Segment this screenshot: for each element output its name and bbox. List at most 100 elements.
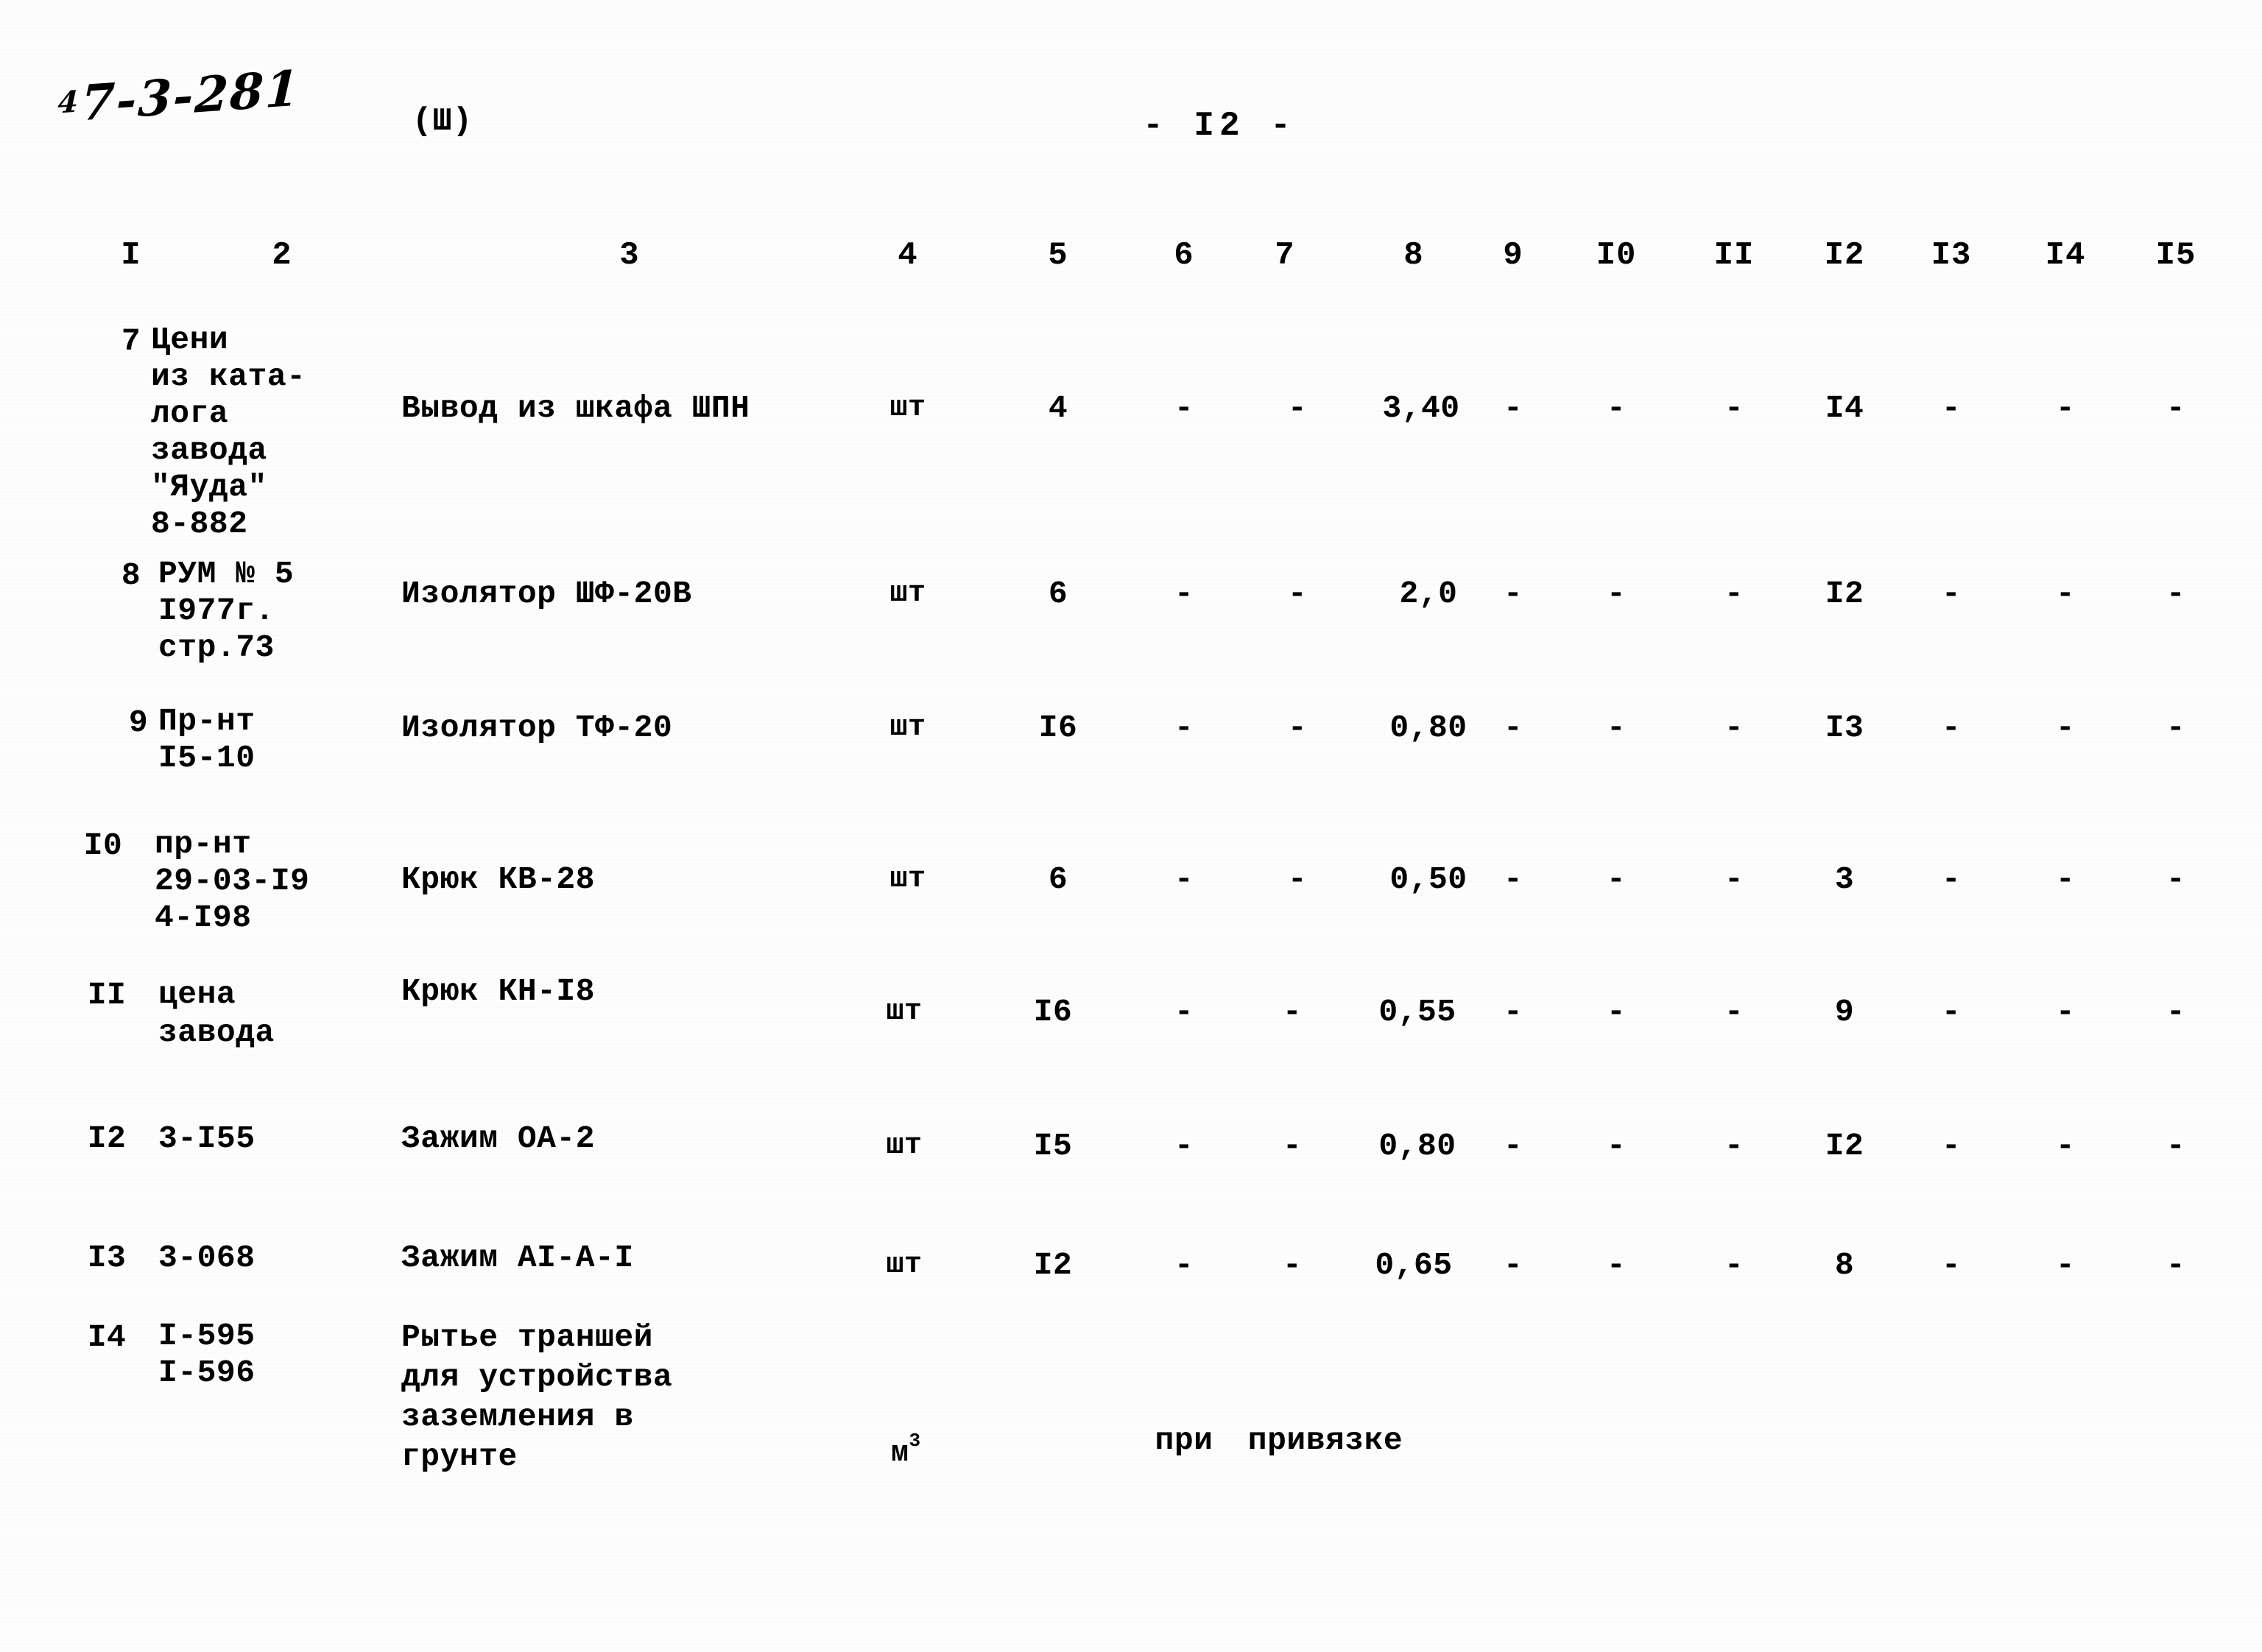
column-header-4: 4 bbox=[898, 237, 918, 274]
table-row: I2 bbox=[1825, 1128, 1864, 1164]
table-row: 0,65 bbox=[1375, 1247, 1453, 1283]
column-header-12: I2 bbox=[1824, 237, 1865, 274]
table-row: - bbox=[2055, 390, 2076, 426]
column-header-15: I5 bbox=[2155, 237, 2196, 274]
table-row: - bbox=[2166, 1128, 2186, 1164]
unit-superscript: 3 bbox=[909, 1430, 921, 1452]
table-row: - bbox=[2055, 994, 2076, 1030]
table-row: - bbox=[1174, 1247, 1194, 1283]
table-row: - bbox=[2166, 576, 2186, 612]
table-row: шт bbox=[886, 995, 923, 1028]
table-row: Вывод из шкафа ШПН bbox=[401, 390, 750, 426]
table-row: II bbox=[87, 977, 127, 1013]
column-header-3: 3 bbox=[619, 237, 640, 274]
table-row: - bbox=[1503, 1128, 1523, 1164]
table-row: I6 bbox=[1033, 994, 1073, 1030]
table-row: 0,80 bbox=[1389, 710, 1468, 746]
table-row: - bbox=[1287, 576, 1308, 612]
table-row: - bbox=[1606, 861, 1627, 897]
specification-table: I 2 3 4 5 6 7 8 9 I0 II I2 I3 I4 I5 7 Це… bbox=[0, 0, 2262, 1652]
table-row: цена завода bbox=[158, 976, 275, 1051]
table-row: 9 bbox=[128, 705, 149, 741]
table-row: 6 bbox=[1048, 861, 1068, 897]
column-header-14: I4 bbox=[2045, 237, 2086, 274]
table-row: - bbox=[1941, 390, 1962, 426]
table-row: 2,0 bbox=[1399, 576, 1458, 612]
table-row: - bbox=[1174, 390, 1194, 426]
table-row: - bbox=[2055, 576, 2076, 612]
column-header-2: 2 bbox=[272, 237, 292, 274]
table-row: - bbox=[1941, 1247, 1962, 1283]
table-row: - bbox=[1606, 994, 1627, 1030]
table-row: - bbox=[1503, 861, 1523, 897]
table-row: - bbox=[1941, 861, 1962, 897]
table-row: Пр-нт I5-10 bbox=[158, 703, 256, 776]
table-row: шт bbox=[889, 392, 926, 425]
table-row: шт bbox=[889, 863, 926, 896]
table-row: 0,50 bbox=[1389, 861, 1468, 897]
scanned-page: 47-3-281 (Ш) - I2 - I 2 3 4 5 6 7 8 9 I0… bbox=[0, 0, 2262, 1652]
table-row: - bbox=[1724, 1247, 1744, 1283]
table-row: - bbox=[1724, 994, 1744, 1030]
table-row: - bbox=[2166, 390, 2186, 426]
table-row: Изолятор ШФ-20В bbox=[401, 576, 692, 612]
table-row: - bbox=[1503, 994, 1523, 1030]
table-row: - bbox=[1174, 994, 1194, 1030]
table-row: - bbox=[1174, 861, 1194, 897]
table-row: - bbox=[1503, 390, 1523, 426]
table-row: 4 bbox=[1048, 390, 1068, 426]
column-header-1: I bbox=[121, 237, 141, 274]
table-row: - bbox=[2166, 861, 2186, 897]
table-row: шт bbox=[886, 1129, 923, 1162]
table-row: Крюк КВ-28 bbox=[401, 861, 596, 897]
table-row: - bbox=[2166, 994, 2186, 1030]
table-row: - bbox=[1724, 576, 1744, 612]
table-row: РУМ № 5 I977г. стр.73 bbox=[158, 556, 295, 666]
column-header-8: 8 bbox=[1403, 237, 1424, 274]
table-row: Крюк КН-I8 bbox=[401, 973, 596, 1009]
table-row: - bbox=[1503, 1247, 1523, 1283]
table-row: - bbox=[1606, 710, 1627, 746]
table-row: I2 bbox=[1033, 1247, 1073, 1283]
column-header-10: I0 bbox=[1596, 237, 1637, 274]
table-row: шт bbox=[889, 577, 926, 610]
table-row: 6 bbox=[1048, 576, 1068, 612]
table-row: - bbox=[1282, 994, 1303, 1030]
table-row: м3 bbox=[891, 1421, 920, 1474]
table-row: - bbox=[1724, 710, 1744, 746]
column-header-9: 9 bbox=[1503, 237, 1523, 274]
table-row: пр-нт 29-03-I9 4-I98 bbox=[155, 826, 310, 936]
table-row: 3-068 bbox=[158, 1240, 256, 1276]
table-row: - bbox=[1287, 861, 1308, 897]
table-row: - bbox=[1941, 994, 1962, 1030]
table-row: шт bbox=[889, 711, 926, 744]
table-row: при bbox=[1155, 1422, 1213, 1458]
table-row: 8 bbox=[1834, 1247, 1855, 1283]
table-row: 8 bbox=[121, 557, 141, 593]
table-row: - bbox=[1941, 576, 1962, 612]
table-row: - bbox=[1724, 1128, 1744, 1164]
table-row: - bbox=[2055, 1128, 2076, 1164]
table-row: - bbox=[1174, 710, 1194, 746]
table-row: 7 bbox=[121, 323, 141, 359]
unit-base: м bbox=[890, 1437, 909, 1470]
column-header-7: 7 bbox=[1275, 237, 1295, 274]
table-row: 9 bbox=[1834, 994, 1855, 1030]
table-row: I5 bbox=[1033, 1128, 1073, 1164]
table-row: - bbox=[2055, 861, 2076, 897]
table-row: - bbox=[1287, 710, 1308, 746]
table-row: - bbox=[1606, 1128, 1627, 1164]
table-row: - bbox=[1724, 861, 1744, 897]
table-row: - bbox=[1287, 390, 1308, 426]
column-header-13: I3 bbox=[1931, 237, 1972, 274]
table-row: - bbox=[1503, 576, 1523, 612]
table-row: I4 bbox=[1825, 390, 1864, 426]
table-row: Зажим АI-А-I bbox=[401, 1240, 634, 1276]
table-row: 3-I55 bbox=[158, 1120, 256, 1157]
table-row: - bbox=[1724, 390, 1744, 426]
table-row: шт bbox=[886, 1249, 923, 1282]
table-row: - bbox=[1606, 390, 1627, 426]
table-row: - bbox=[2166, 710, 2186, 746]
table-row: - bbox=[1941, 710, 1962, 746]
table-row: 0,80 bbox=[1378, 1128, 1456, 1164]
